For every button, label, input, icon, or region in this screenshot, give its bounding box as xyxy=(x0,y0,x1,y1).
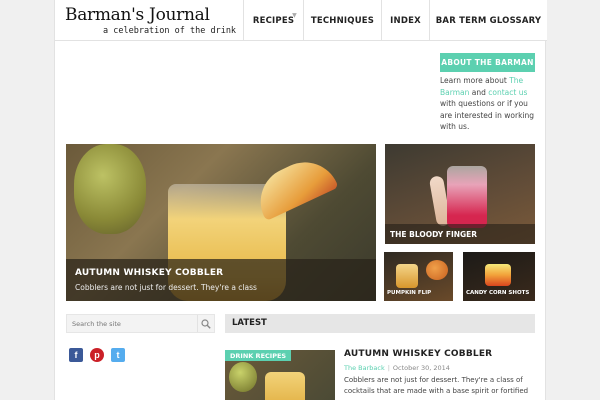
cocktail-glass-image xyxy=(265,372,305,400)
search-input[interactable] xyxy=(67,315,197,332)
pumpkin-image xyxy=(426,260,448,280)
contact-us-link[interactable]: contact us xyxy=(488,88,527,97)
post-meta: The Barback | October 30, 2014 xyxy=(344,364,450,372)
site-logo[interactable]: Barman's Journal a celebration of the dr… xyxy=(65,5,237,37)
about-the-barman-button[interactable]: ABOUT THE BARMAN xyxy=(440,53,535,72)
pinterest-icon[interactable]: p xyxy=(90,348,104,362)
meta-separator: | xyxy=(387,364,390,372)
post-title[interactable]: AUTUMN WHISKEY COBBLER xyxy=(344,349,492,359)
featured-small-tile-2[interactable]: CANDY CORN SHOTS xyxy=(463,252,535,301)
main-nav: RECIPES ▼ TECHNIQUES INDEX BAR TERM GLOS… xyxy=(243,0,547,41)
shot-glass-image xyxy=(447,166,487,228)
search-box xyxy=(66,314,215,333)
facebook-icon[interactable]: f xyxy=(69,348,83,362)
nav-item-label: BAR TERM GLOSSARY xyxy=(435,15,542,26)
drink-glass-image xyxy=(396,264,418,288)
featured-main-tile[interactable]: AUTUMN WHISKEY COBBLER Cobblers are not … xyxy=(66,144,376,301)
category-badge[interactable]: DRINK RECIPES xyxy=(225,350,292,361)
featured-small-tile-1[interactable]: PUMPKIN FLIP xyxy=(384,252,453,301)
site-title[interactable]: Barman's Journal xyxy=(65,5,210,25)
featured-side-tile[interactable]: THE BLOODY FINGER xyxy=(385,144,535,244)
site-header: Barman's Journal a celebration of the dr… xyxy=(55,0,547,41)
about-text-part: Learn more about xyxy=(440,76,510,85)
nav-item-label: INDEX xyxy=(390,15,421,26)
post-thumbnail[interactable]: DRINK RECIPES xyxy=(225,350,335,400)
nav-item-label: TECHNIQUES xyxy=(310,15,375,26)
about-text-part: with questions or if you are interested … xyxy=(440,99,535,131)
latest-heading: LATEST xyxy=(232,318,267,328)
post-author-link[interactable]: The Barback xyxy=(344,364,385,372)
nav-item-techniques[interactable]: TECHNIQUES xyxy=(303,0,381,41)
post-excerpt: Cobblers are not just for dessert. They'… xyxy=(344,376,529,395)
search-icon xyxy=(201,318,211,329)
nav-item-glossary[interactable]: BAR TERM GLOSSARY xyxy=(429,0,547,41)
about-text-part: and xyxy=(469,87,489,97)
featured-side-title[interactable]: THE BLOODY FINGER xyxy=(390,230,477,239)
about-text: Learn more about The Barman and contact … xyxy=(440,75,540,133)
post-date: October 30, 2014 xyxy=(392,364,450,372)
featured-small-title-1[interactable]: PUMPKIN FLIP xyxy=(387,290,431,296)
nav-item-index[interactable]: INDEX xyxy=(381,0,429,41)
latest-section-header: LATEST xyxy=(225,314,535,333)
nav-item-recipes[interactable]: RECIPES ▼ xyxy=(243,0,303,41)
social-links: f p t xyxy=(69,348,125,362)
twitter-icon[interactable]: t xyxy=(111,348,125,362)
search-button[interactable] xyxy=(197,315,214,332)
apple-image xyxy=(74,144,146,234)
featured-main-subtitle: Cobblers are not just for dessert. They'… xyxy=(75,283,257,292)
shot-glass-image xyxy=(485,264,511,286)
featured-small-title-2[interactable]: CANDY CORN SHOTS xyxy=(466,290,529,296)
page-container: Barman's Journal a celebration of the dr… xyxy=(54,0,547,400)
featured-main-title[interactable]: AUTUMN WHISKEY COBBLER xyxy=(75,268,223,278)
apple-image xyxy=(229,362,257,392)
caption-overlay xyxy=(66,259,376,301)
apple-slice-image xyxy=(249,150,339,222)
dropdown-arrow-icon: ▼ xyxy=(292,12,297,19)
site-tagline: a celebration of the drink xyxy=(103,26,237,36)
nav-item-label: RECIPES xyxy=(252,15,295,26)
